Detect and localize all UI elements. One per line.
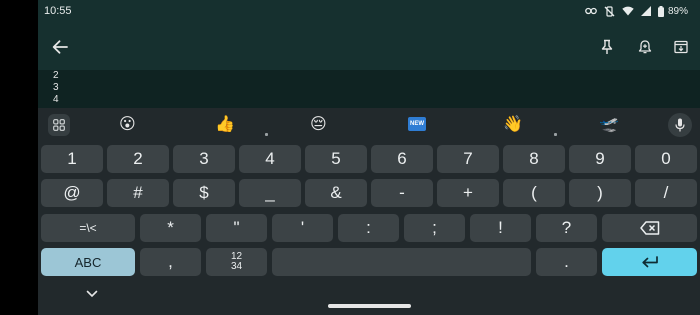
backspace-icon bbox=[639, 221, 659, 235]
app-window: 10:55 89% 2 3 4 😮 👍 😔 NEW 👋 🛫 1 2 3 4 5 … bbox=[38, 0, 700, 315]
variant-indicator bbox=[554, 133, 557, 136]
numpad-key[interactable]: 12 34 bbox=[206, 248, 267, 276]
key-single-quote[interactable]: ' bbox=[272, 214, 333, 242]
key-dollar[interactable]: $ bbox=[173, 179, 235, 207]
numpad-label: 12 34 bbox=[231, 252, 242, 272]
screen-bezel bbox=[0, 0, 38, 315]
key-2[interactable]: 2 bbox=[107, 145, 169, 173]
emoji-suggestion-thumbs-up[interactable]: 👍 bbox=[215, 114, 235, 134]
note-line: 4 bbox=[53, 94, 59, 105]
key-4[interactable]: 4 bbox=[239, 145, 301, 173]
note-toolbar bbox=[38, 24, 700, 70]
enter-key[interactable] bbox=[602, 248, 697, 276]
key-slash[interactable]: / bbox=[635, 179, 697, 207]
backspace-key[interactable] bbox=[602, 214, 697, 242]
key-3[interactable]: 3 bbox=[173, 145, 235, 173]
key-colon[interactable]: : bbox=[338, 214, 399, 242]
wifi-icon bbox=[622, 6, 634, 16]
key-8[interactable]: 8 bbox=[503, 145, 565, 173]
abc-key[interactable]: ABC bbox=[41, 248, 135, 276]
vibrate-off-icon bbox=[604, 5, 615, 17]
key-exclamation[interactable]: ! bbox=[470, 214, 531, 242]
reminder-button[interactable] bbox=[634, 36, 656, 58]
key-5[interactable]: 5 bbox=[305, 145, 367, 173]
emoji-suggestion-airplane[interactable]: 🛫 bbox=[599, 114, 619, 134]
variant-indicator bbox=[265, 133, 268, 136]
emoji-suggestion-new[interactable]: NEW bbox=[408, 117, 426, 131]
emoji-suggestion-astonished[interactable]: 😮 bbox=[119, 114, 136, 134]
pin-icon bbox=[601, 39, 613, 54]
archive-icon bbox=[674, 40, 688, 54]
key-7[interactable]: 7 bbox=[437, 145, 499, 173]
key-6[interactable]: 6 bbox=[371, 145, 433, 173]
symbol-keyboard: 1 2 3 4 5 6 7 8 9 0 @ # $ _ & - + ( ) / … bbox=[38, 142, 700, 315]
note-line: 2 bbox=[53, 70, 59, 81]
link-icon bbox=[585, 7, 597, 15]
key-1[interactable]: 1 bbox=[41, 145, 103, 173]
key-period[interactable]: . bbox=[536, 248, 597, 276]
key-open-paren[interactable]: ( bbox=[503, 179, 565, 207]
archive-button[interactable] bbox=[670, 36, 692, 58]
home-gesture-bar[interactable] bbox=[328, 304, 411, 308]
emoji-suggestion-bar: 😮 👍 😔 NEW 👋 🛫 bbox=[38, 108, 700, 142]
key-semicolon[interactable]: ; bbox=[404, 214, 465, 242]
signal-icon bbox=[640, 6, 651, 16]
status-bar: 10:55 89% bbox=[38, 0, 700, 24]
status-time: 10:55 bbox=[44, 5, 72, 17]
voice-input-button[interactable] bbox=[668, 113, 692, 137]
key-question[interactable]: ? bbox=[536, 214, 597, 242]
key-comma[interactable]: , bbox=[140, 248, 201, 276]
key-close-paren[interactable]: ) bbox=[569, 179, 631, 207]
hide-keyboard-chevron-icon[interactable] bbox=[86, 290, 98, 298]
status-icons: 89% bbox=[585, 4, 688, 18]
battery-percent: 89% bbox=[667, 5, 688, 17]
battery-icon bbox=[657, 5, 664, 17]
grid-icon bbox=[53, 119, 65, 131]
enter-icon bbox=[641, 256, 658, 268]
key-at[interactable]: @ bbox=[41, 179, 103, 207]
key-more-symbols[interactable]: =\< bbox=[41, 214, 135, 242]
mic-icon bbox=[675, 118, 685, 132]
space-key[interactable] bbox=[272, 248, 531, 276]
key-double-quote[interactable]: " bbox=[206, 214, 267, 242]
key-hash[interactable]: # bbox=[107, 179, 169, 207]
back-arrow-icon bbox=[52, 40, 68, 54]
key-underscore[interactable]: _ bbox=[239, 179, 301, 207]
key-asterisk[interactable]: * bbox=[140, 214, 201, 242]
key-plus[interactable]: + bbox=[437, 179, 499, 207]
key-9[interactable]: 9 bbox=[569, 145, 631, 173]
key-minus[interactable]: - bbox=[371, 179, 433, 207]
note-body[interactable]: 2 3 4 bbox=[38, 70, 700, 108]
emoji-suggestion-waving-hand[interactable]: 👋 bbox=[503, 114, 523, 134]
emoji-suggestion-pensive[interactable]: 😔 bbox=[310, 114, 327, 134]
emoji-grid-button[interactable] bbox=[48, 114, 70, 136]
note-line: 3 bbox=[53, 82, 59, 93]
bell-plus-icon bbox=[638, 40, 652, 54]
key-ampersand[interactable]: & bbox=[305, 179, 367, 207]
pin-button[interactable] bbox=[596, 36, 618, 58]
numpad-label-bottom: 34 bbox=[230, 261, 243, 272]
back-button[interactable] bbox=[49, 36, 71, 58]
key-0[interactable]: 0 bbox=[635, 145, 697, 173]
